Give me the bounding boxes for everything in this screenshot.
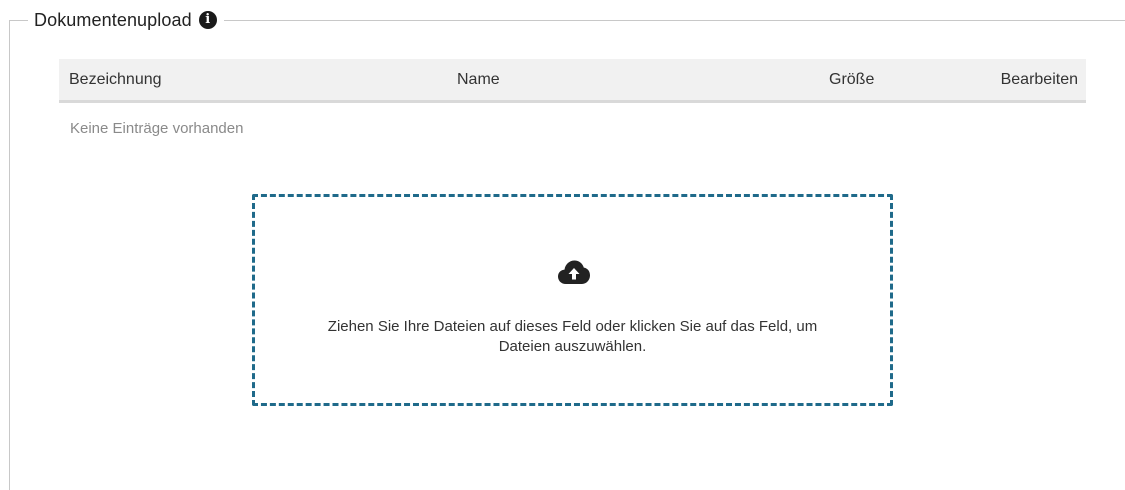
column-header-groesse[interactable]: Größe bbox=[829, 59, 874, 100]
section-title: Dokumentenupload bbox=[34, 9, 192, 30]
column-header-bearbeiten: Bearbeiten bbox=[1000, 71, 1078, 88]
column-header-bezeichnung[interactable]: Bezeichnung bbox=[69, 59, 162, 100]
fieldset-legend: Dokumentenupload i bbox=[28, 7, 224, 33]
documents-table-header: Bezeichnung Name Größe Bearbeiten bbox=[59, 59, 1086, 103]
cloud-upload-icon bbox=[558, 260, 590, 284]
info-icon[interactable]: i bbox=[198, 11, 217, 29]
dropzone-instructions: Ziehen Sie Ihre Dateien auf dieses Feld … bbox=[255, 317, 890, 357]
empty-table-message: Keine Einträge vorhanden bbox=[70, 120, 244, 137]
file-dropzone[interactable]: Ziehen Sie Ihre Dateien auf dieses Feld … bbox=[252, 194, 893, 406]
column-header-name[interactable]: Name bbox=[457, 59, 500, 100]
dropzone-text-line-2: Dateien auszuwählen. bbox=[498, 338, 647, 355]
dropzone-text-line-1: Ziehen Sie Ihre Dateien auf dieses Feld … bbox=[327, 318, 818, 335]
